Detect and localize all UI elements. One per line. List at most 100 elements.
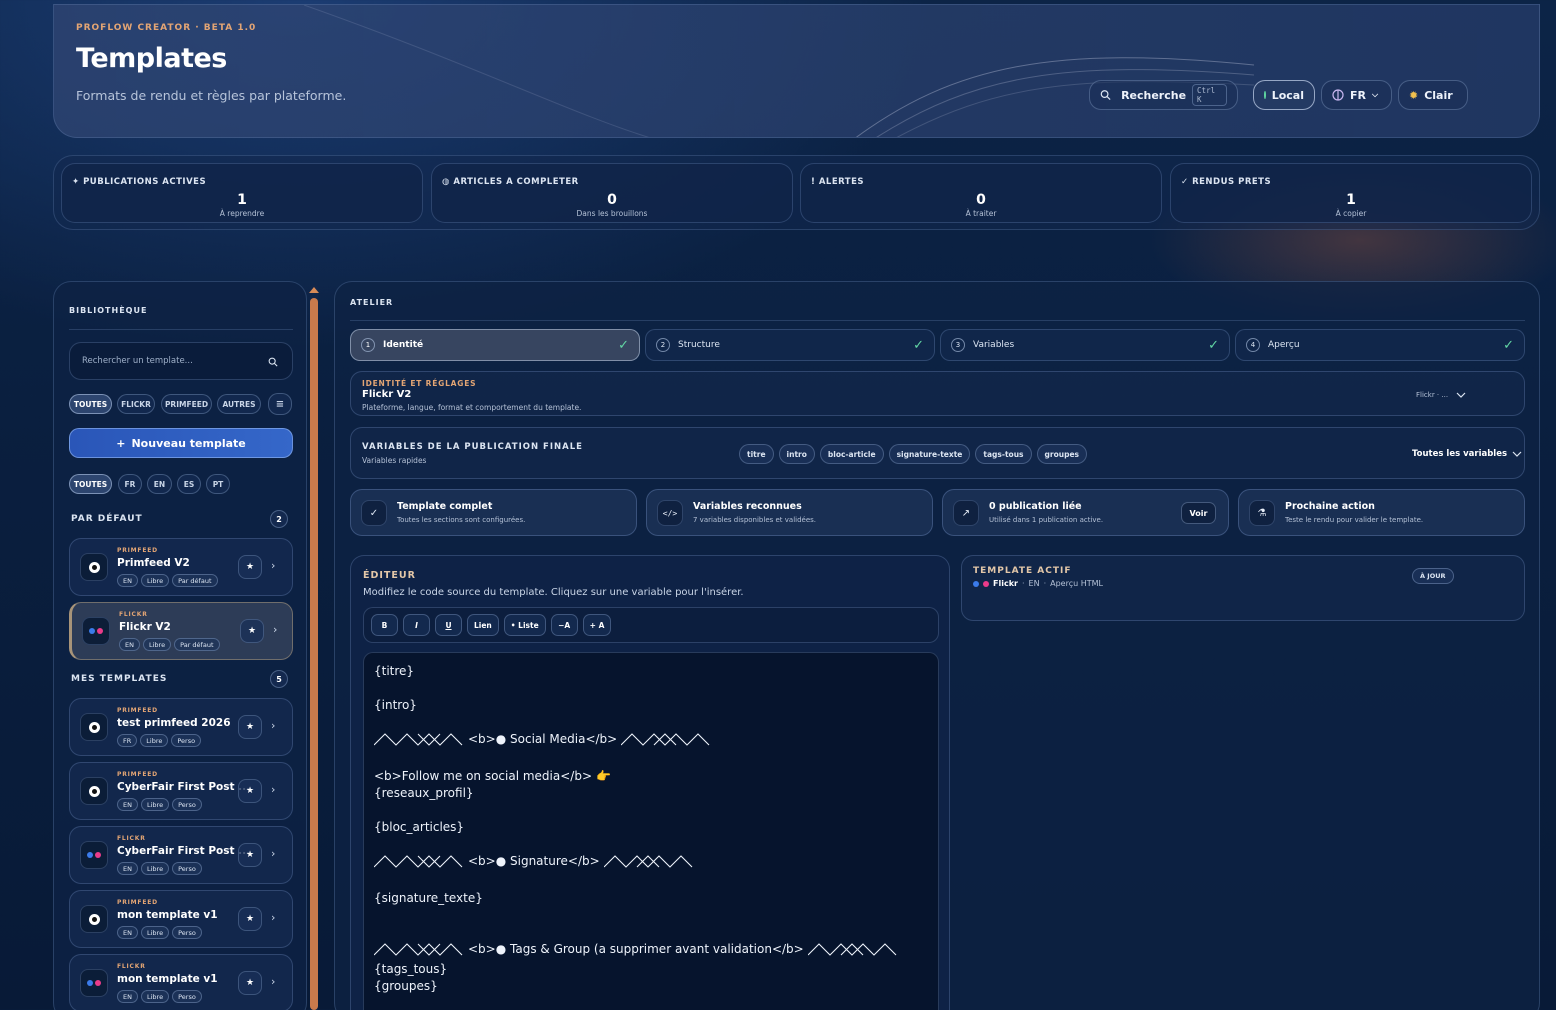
variable-chip-titre[interactable]: titre [739,444,774,464]
chevron-right-icon[interactable]: › [271,559,275,572]
template-card[interactable]: PRIMFEED CyberFair First Post ... EN Lib… [69,762,293,820]
check-icon: ✓ [361,500,387,526]
list-button[interactable]: • Liste [503,614,546,636]
new-template-button[interactable]: + Nouveau template [69,428,293,458]
favorite-star-icon[interactable]: ★ [238,779,262,803]
primfeed-icon [80,905,108,933]
template-card[interactable]: PRIMFEED test primfeed 2026 FR Libre Per… [69,698,293,756]
template-card[interactable]: FLICKR mon template v1 EN Libre Perso ★ … [69,954,293,1010]
underline-button[interactable]: U [435,614,462,636]
list-view-icon[interactable]: ≡ [268,393,292,415]
template-platform: PRIMFEED [117,547,158,554]
link-button[interactable]: Lien [467,614,499,636]
page-header: PROFLOW CREATOR · BETA 1.0 Templates For… [53,4,1540,138]
variable-chip-tags-tous[interactable]: tags-tous [975,444,1032,464]
code-line: {reseaux_profil} [374,786,474,800]
step-structure[interactable]: 2 Structure ✓ [645,329,935,361]
code-line: <b>● Tags & Group (a supprimer avant val… [374,942,898,956]
theme-toggle[interactable]: ✹ Clair [1398,80,1468,110]
chevron-right-icon[interactable]: › [271,783,275,796]
identity-name: Flickr V2 [362,389,412,400]
increase-font-button[interactable]: + A [582,614,612,636]
tag-license: Libre [140,574,170,587]
tag-license: Libre [140,926,170,939]
info-card-sub: 7 variables disponibles et validées. [693,516,817,524]
app-eyebrow: PROFLOW CREATOR · BETA 1.0 [76,23,257,33]
decrease-font-button[interactable]: −A [550,614,578,636]
filter-platform-flickr[interactable]: FLICKR [117,394,155,414]
favorite-star-icon[interactable]: ★ [238,715,262,739]
favorite-star-icon[interactable]: ★ [238,907,262,931]
code-line: {intro} [374,698,417,712]
stat-sub: À reprendre [219,209,265,218]
filter-lang-all[interactable]: TOUTES [69,474,112,494]
chevron-right-icon[interactable]: › [271,975,275,988]
step-identity[interactable]: 1 Identité ✓ [350,329,640,361]
search-button[interactable]: Recherche Ctrl K [1089,80,1238,110]
chevron-right-icon[interactable]: › [271,847,275,860]
filter-lang-es[interactable]: ES [177,474,201,494]
variable-chip-signature-texte[interactable]: signature-texte [888,444,971,464]
local-mode-button[interactable]: Local [1253,80,1315,110]
template-card-flickr-v2[interactable]: FLICKR Flickr V2 EN Libre Par défaut ★ › [69,602,293,660]
info-card-next-action: ⚗ Prochaine action Teste le rendu pour v… [1238,489,1525,536]
template-platform: PRIMFEED [117,771,158,778]
template-name: mon template v1 [117,909,218,921]
identity-block[interactable]: IDENTITÉ ET RÉGLAGES Flickr V2 Plateform… [350,371,1525,416]
favorite-star-icon[interactable]: ★ [238,555,262,579]
stat-articles-to-complete[interactable]: ◍ ARTICLES A COMPLETER 0 Dans les brouil… [431,163,793,223]
flickr-icon [82,617,110,645]
variable-chip-bloc-article[interactable]: bloc-article [819,444,884,464]
template-card[interactable]: PRIMFEED mon template v1 EN Libre Perso … [69,890,293,948]
stat-renders-ready[interactable]: ✓ RENDUS PRETS 1 À copier [1170,163,1532,223]
favorite-star-icon[interactable]: ★ [238,971,262,995]
chevron-right-icon[interactable]: › [271,719,275,732]
template-card-primfeed-v2[interactable]: PRIMFEED Primfeed V2 EN Libre Par défaut… [69,538,293,596]
variable-chip-intro[interactable]: intro [778,444,815,464]
tag-type: Perso [172,798,202,811]
step-number: 1 [361,338,375,352]
local-label: Local [1271,88,1304,102]
link-arrow-icon: ↗ [953,500,979,526]
chevron-down-icon[interactable] [1456,392,1466,399]
stat-active-publications[interactable]: ✦ PUBLICATIONS ACTIVES 1 À reprendre [61,163,423,223]
chevron-right-icon[interactable]: › [271,911,275,924]
identity-desc: Plateforme, langue, format et comporteme… [362,403,582,412]
info-card-linked-publications: ↗ 0 publication liée Utilisé dans 1 publ… [942,489,1229,536]
template-platform: FLICKR [119,611,148,618]
step-preview[interactable]: 4 Aperçu ✓ [1235,329,1525,361]
variable-chip-groupes[interactable]: groupes [1036,444,1087,464]
step-number: 3 [951,338,965,352]
bold-button[interactable]: B [371,614,398,636]
filter-lang-pt[interactable]: PT [206,474,230,494]
tag-type: Perso [172,862,202,875]
filter-lang-fr[interactable]: FR [118,474,142,494]
language-select[interactable]: FR ⌵ [1321,80,1392,110]
code-editor[interactable]: {titre} {intro} <b>● Social Media</b> <b… [363,652,939,1010]
tag-type: Perso [171,734,202,747]
tag-lang: EN [117,862,138,875]
template-card[interactable]: FLICKR CyberFair First Post ... EN Libre… [69,826,293,884]
italic-button[interactable]: I [403,614,430,636]
flickr-icon [80,841,108,869]
template-search-input[interactable]: Rechercher un template... [69,342,293,380]
stat-value: 1 [1346,192,1356,208]
chevron-right-icon[interactable]: › [273,623,277,636]
template-name: Flickr V2 [119,621,171,633]
stat-alerts[interactable]: ! ALERTES 0 À traiter [800,163,1162,223]
step-variables[interactable]: 3 Variables ✓ [940,329,1230,361]
scroll-up-icon[interactable] [309,287,319,293]
stat-sub: À copier [1335,209,1367,218]
filter-platform-primfeed[interactable]: PRIMFEED [161,394,212,414]
all-variables-toggle[interactable]: Toutes les variables [1412,449,1522,459]
check-icon: ✓ [1208,337,1219,353]
tag-lang: EN [117,990,138,1003]
library-scroll-thumb[interactable] [310,298,318,1010]
filter-platform-all[interactable]: TOUTES [69,394,112,414]
favorite-star-icon[interactable]: ★ [238,843,262,867]
code-line: {signature_texte} [374,891,483,905]
filter-lang-en[interactable]: EN [147,474,172,494]
favorite-star-icon[interactable]: ★ [240,619,264,643]
filter-platform-others[interactable]: AUTRES [217,394,261,414]
view-button[interactable]: Voir [1181,502,1216,524]
